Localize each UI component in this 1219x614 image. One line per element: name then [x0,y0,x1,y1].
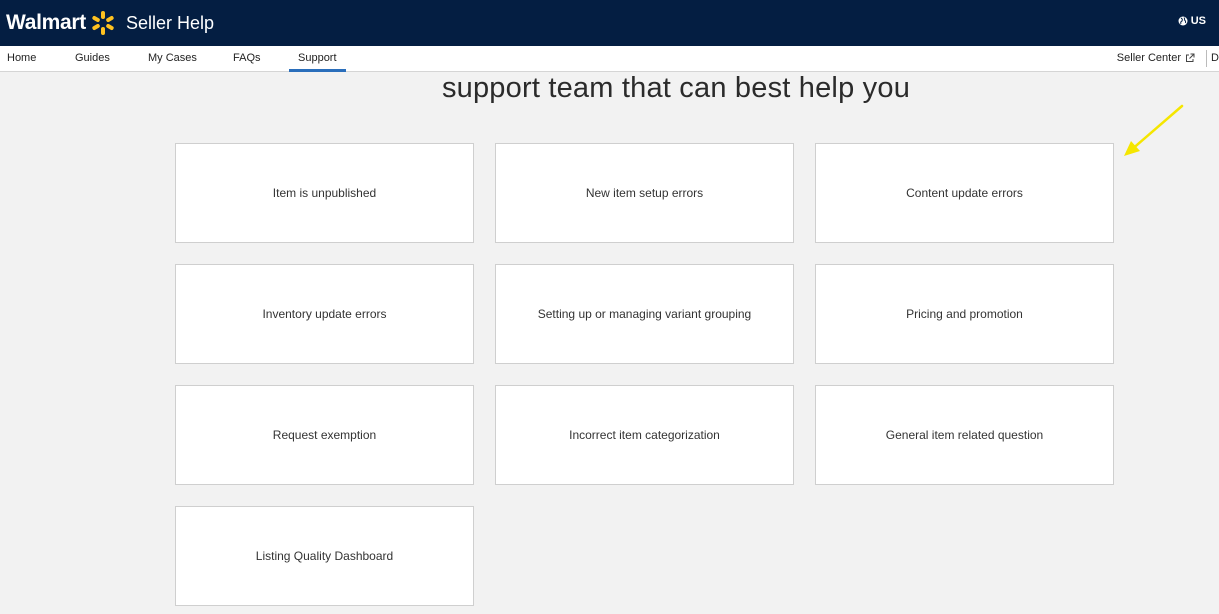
external-link-icon [1186,53,1195,62]
seller-center-label: Seller Center [1116,52,1181,64]
seller-center-link[interactable]: Seller Center [1117,52,1195,64]
nav-support[interactable]: Support [289,52,345,72]
card-listing-quality-dashboard[interactable]: Listing Quality Dashboard [175,506,474,606]
product-name: Seller Help [125,12,215,33]
page-heading: support team that can best help you [441,72,911,104]
walmart-spark-icon [92,11,114,35]
nav-home[interactable]: Home [7,52,36,64]
nav-cut-off-item[interactable]: D [1211,52,1219,64]
card-incorrect-categorization[interactable]: Incorrect item categorization [495,385,794,485]
locale-selector[interactable]: US [1178,15,1206,27]
card-item-unpublished[interactable]: Item is unpublished [175,143,474,243]
nav-divider [1206,50,1207,67]
card-content-update-errors[interactable]: Content update errors [815,143,1114,243]
nav-guides[interactable]: Guides [75,52,110,64]
annotation-arrow-icon [1124,104,1184,156]
card-inventory-update-errors[interactable]: Inventory update errors [175,264,474,364]
brand-name: Walmart [6,11,86,34]
nav-my-cases[interactable]: My Cases [148,52,197,64]
card-request-exemption[interactable]: Request exemption [175,385,474,485]
nav-faqs[interactable]: FAQs [233,52,261,64]
card-new-item-setup-errors[interactable]: New item setup errors [495,143,794,243]
card-variant-grouping[interactable]: Setting up or managing variant grouping [495,264,794,364]
brand-logo[interactable]: Walmart Seller Help [6,9,214,37]
card-pricing-promotion[interactable]: Pricing and promotion [815,264,1114,364]
top-header: Walmart Seller Help US [0,0,1219,46]
main-nav: Home Guides My Cases FAQs Support Seller… [0,46,1219,72]
card-general-item-question[interactable]: General item related question [815,385,1114,485]
locale-label: US [1190,15,1206,27]
globe-icon [1178,16,1188,26]
